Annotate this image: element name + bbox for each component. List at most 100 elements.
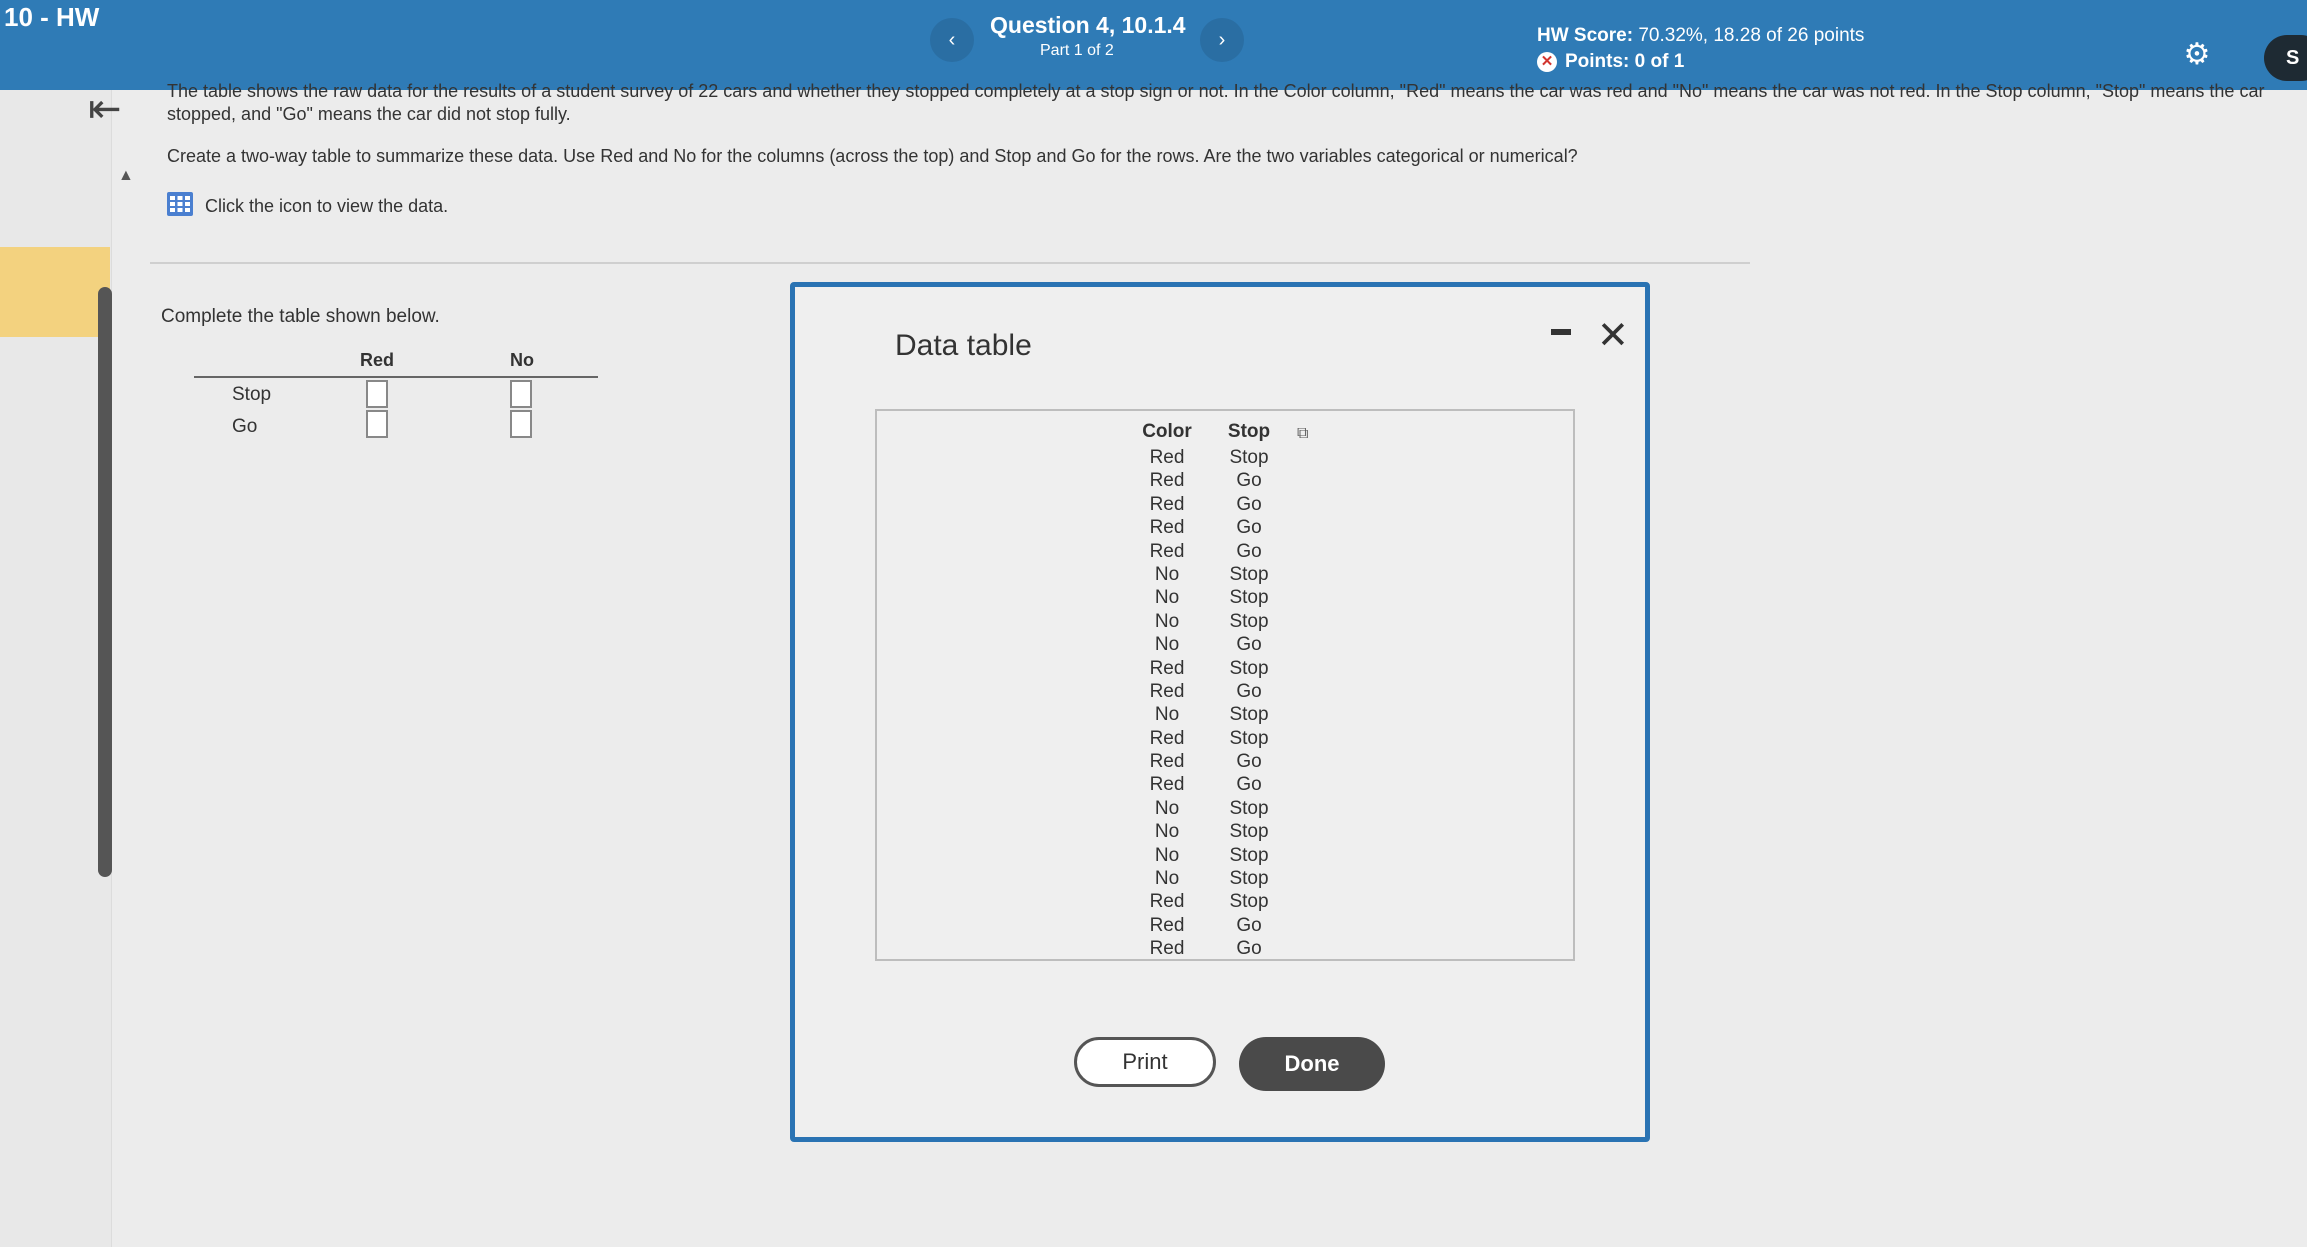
answer-input-go-red[interactable] — [366, 410, 388, 438]
cell-color: No — [1154, 704, 1180, 726]
hw-score: HW Score: 70.32%, 18.28 of 26 points — [1537, 25, 1864, 47]
question-part: Part 1 of 2 — [1040, 42, 1114, 59]
table-row: Red Go — [1127, 541, 1291, 564]
cell-stop: Go — [1236, 914, 1262, 936]
table-row: Red Go — [1127, 938, 1291, 961]
cell-stop: Stop — [1229, 657, 1269, 679]
cell-stop: Go — [1236, 470, 1262, 492]
minimize-icon[interactable] — [1551, 329, 1571, 335]
hw-score-label: HW Score: — [1537, 25, 1634, 46]
cell-stop: Go — [1236, 680, 1262, 702]
cell-color: Red — [1149, 891, 1185, 913]
gear-icon[interactable]: ⚙ — [2180, 38, 2214, 72]
header-stop: Stop — [1227, 421, 1271, 442]
cell-stop: Go — [1236, 774, 1262, 796]
cell-color: Red — [1149, 470, 1185, 492]
table-row: Red Stop — [1127, 891, 1291, 914]
row-label-stop: Stop — [232, 384, 272, 405]
answer-input-stop-no[interactable] — [510, 380, 532, 408]
answer-input-go-no[interactable] — [510, 410, 532, 438]
table-row: Red Go — [1127, 915, 1291, 938]
scrollbar-thumb[interactable] — [98, 287, 112, 877]
cell-color: Red — [1149, 540, 1185, 562]
cell-stop: Go — [1236, 751, 1262, 773]
done-button[interactable]: Done — [1239, 1037, 1385, 1091]
cell-stop: Go — [1236, 634, 1262, 656]
points-label: Points: 0 of 1 — [1565, 51, 1685, 72]
header-color: Color — [1142, 421, 1192, 442]
cell-color: No — [1154, 634, 1180, 656]
cell-color: Red — [1149, 517, 1185, 539]
cell-stop: Stop — [1229, 727, 1269, 749]
copy-icon[interactable]: ⧉ — [1297, 425, 1308, 443]
hw-score-value: 70.32%, 18.28 of 26 points — [1638, 25, 1865, 46]
question-title: Question 4, 10.1.4 — [990, 12, 1186, 38]
collapse-triangle-icon[interactable]: ▲ — [118, 167, 134, 185]
cell-stop: Stop — [1229, 610, 1269, 632]
data-table-header: Color Stop — [1127, 421, 1291, 447]
table-row: Red Go — [1127, 470, 1291, 493]
table-row: No Stop — [1127, 587, 1291, 610]
answer-input-stop-red[interactable] — [366, 380, 388, 408]
cell-color: No — [1154, 797, 1180, 819]
table-row: Red Go — [1127, 494, 1291, 517]
cell-color: No — [1154, 610, 1180, 632]
table-row: Red Stop — [1127, 658, 1291, 681]
raw-data-table: Color Stop Red Stop Red Go Red Go Red Go Red Go No… — [1127, 421, 1291, 962]
table-row: Red Go — [1127, 751, 1291, 774]
cell-stop: Go — [1236, 540, 1262, 562]
save-button[interactable]: S — [2264, 35, 2307, 81]
answer-row-stop: Stop — [194, 378, 598, 410]
table-row: No Stop — [1127, 845, 1291, 868]
previous-question-button[interactable]: ‹ — [930, 18, 974, 62]
cell-color: No — [1154, 844, 1180, 866]
cell-stop: Stop — [1229, 447, 1269, 468]
table-row: Red Stop — [1127, 728, 1291, 751]
grid-table-icon[interactable] — [167, 192, 193, 221]
table-row: Red Go — [1127, 517, 1291, 540]
top-bar: 10 - HW ‹ Question 4, 10.1.4 Part 1 of 2… — [0, 0, 2307, 90]
cell-stop: Stop — [1229, 563, 1269, 585]
column-header-red: Red — [360, 350, 395, 370]
cell-color: Red — [1149, 938, 1185, 960]
cell-stop: Stop — [1229, 844, 1269, 866]
points-status: ✕ Points: 0 of 1 — [1537, 51, 1684, 73]
data-table-dialog: Data table ✕ Color Stop Red Stop Red Go Red G… — [790, 282, 1650, 1142]
cell-color: Red — [1149, 657, 1185, 679]
assignment-title: 10 - HW — [4, 2, 100, 32]
x-circle-icon: ✕ — [1537, 52, 1557, 72]
next-question-button[interactable]: › — [1200, 18, 1244, 62]
answer-row-go: Go — [194, 410, 598, 442]
table-row: No Stop — [1127, 611, 1291, 634]
table-row: Red Go — [1127, 681, 1291, 704]
cell-stop: Stop — [1229, 891, 1269, 913]
question-paragraph-2: Create a two-way table to summarize thes… — [167, 146, 1578, 166]
table-row: No Stop — [1127, 564, 1291, 587]
cell-stop: Stop — [1229, 797, 1269, 819]
cell-color: Red — [1149, 680, 1185, 702]
print-button[interactable]: Print — [1074, 1037, 1216, 1087]
view-data-label[interactable]: Click the icon to view the data. — [205, 196, 448, 217]
row-label-go: Go — [232, 416, 258, 437]
cell-color: Red — [1149, 914, 1185, 936]
close-icon[interactable]: ✕ — [1597, 313, 1629, 358]
cell-stop: Go — [1236, 938, 1262, 960]
data-frame: Color Stop Red Stop Red Go Red Go Red Go Red Go No… — [875, 409, 1575, 961]
dialog-title: Data table — [895, 329, 1032, 362]
question-paragraph-1: The table shows the raw data for the res… — [167, 81, 2265, 124]
view-data-link[interactable]: Click the icon to view the data. — [167, 192, 448, 221]
cell-color: Red — [1149, 493, 1185, 515]
cell-stop: Go — [1236, 517, 1262, 539]
back-arrow-icon[interactable]: ⇤ — [88, 86, 122, 132]
cell-stop: Stop — [1229, 704, 1269, 726]
cell-color: Red — [1149, 774, 1185, 796]
complete-table-instruction: Complete the table shown below. — [161, 306, 440, 327]
two-way-answer-table: Red No Stop Go — [194, 348, 598, 442]
cell-color: Red — [1149, 751, 1185, 773]
table-row: Red Stop — [1127, 447, 1291, 470]
cell-color: No — [1154, 563, 1180, 585]
table-row: No Stop — [1127, 868, 1291, 891]
cell-stop: Stop — [1229, 821, 1269, 843]
cell-color: No — [1154, 868, 1180, 890]
cell-color: No — [1154, 821, 1180, 843]
